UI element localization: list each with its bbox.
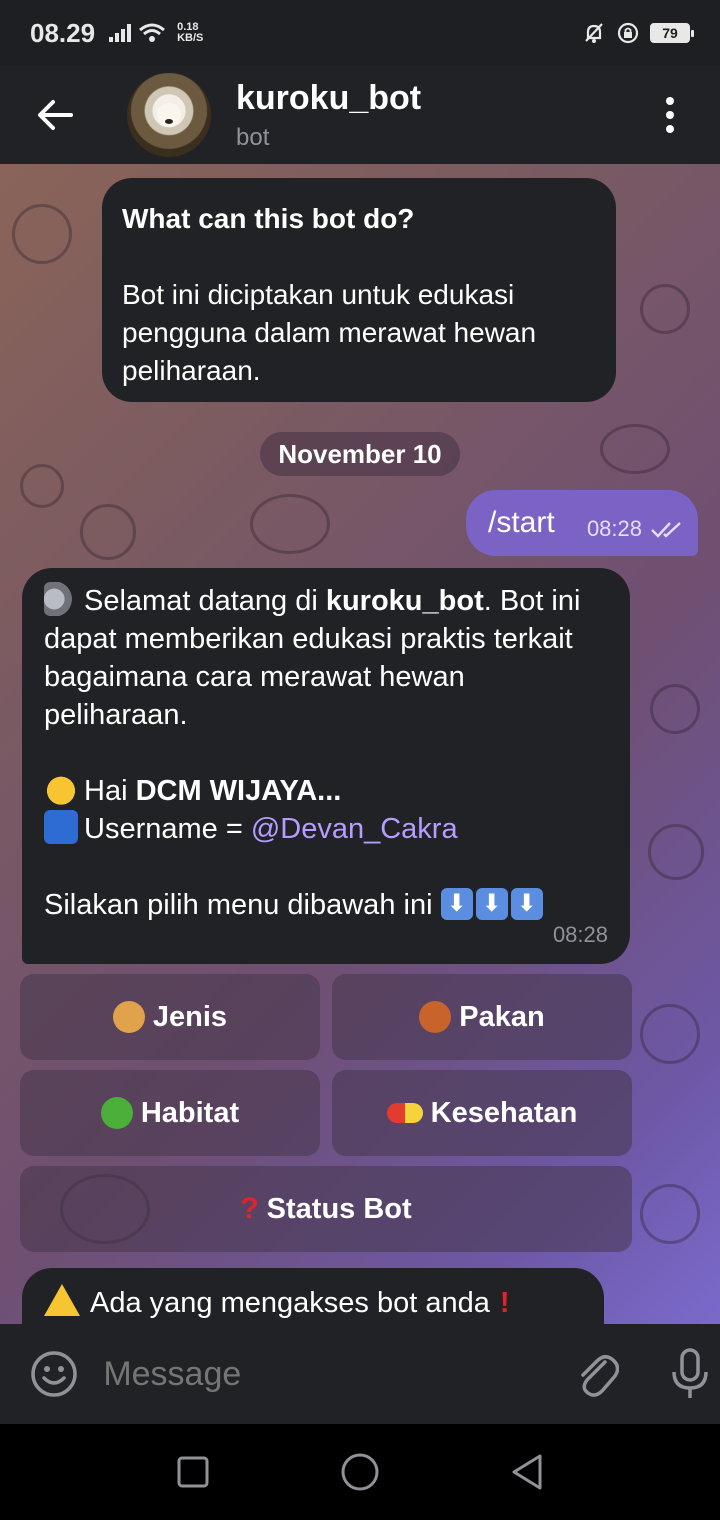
alert-message[interactable]: Ada yang mengakses bot anda! bbox=[22, 1268, 604, 1324]
background-doodle bbox=[250, 494, 330, 554]
menu-prompt: Silakan pilih menu dibawah ini bbox=[44, 889, 441, 921]
kesehatan-button[interactable]: Kesehatan bbox=[332, 1070, 632, 1156]
username-line: Username = @Devan_Cakra bbox=[44, 810, 608, 848]
cat-icon bbox=[112, 1001, 145, 1033]
dot-icon bbox=[666, 125, 674, 133]
paperclip-icon bbox=[581, 1355, 619, 1397]
background-doodle bbox=[80, 504, 136, 560]
chat-area[interactable]: What can this bot do? Bot ini diciptakan… bbox=[0, 164, 720, 1324]
loudspeaker-icon bbox=[44, 582, 78, 616]
dot-icon bbox=[666, 97, 674, 105]
message-input[interactable] bbox=[103, 1354, 524, 1394]
net-speed-unit: KB/S bbox=[177, 32, 204, 44]
message-meta: 08:28 bbox=[587, 516, 684, 542]
emoji-button[interactable] bbox=[24, 1344, 83, 1404]
greeting-line: Hai DCM WIJAYA... bbox=[44, 772, 608, 810]
status-bot-button[interactable]: ? Status Bot bbox=[20, 1166, 632, 1252]
button-label: Jenis bbox=[152, 1000, 228, 1033]
status-bar: 08.29 0.18 KB/S 79 bbox=[0, 0, 720, 66]
dot-icon bbox=[666, 111, 674, 119]
net-speed: 0.18 KB/S bbox=[177, 22, 203, 44]
date-chip: November 10 bbox=[260, 432, 460, 476]
user-name: DCM WIJAYA... bbox=[135, 775, 342, 807]
chat-subtitle: bot bbox=[236, 123, 270, 151]
chat-header: kuroku_bot bot bbox=[0, 66, 720, 164]
back-nav-button[interactable] bbox=[497, 1442, 557, 1502]
down-arrow-icon bbox=[440, 888, 473, 920]
background-doodle bbox=[12, 204, 72, 264]
recents-button[interactable] bbox=[163, 1442, 223, 1502]
pill-icon bbox=[386, 1103, 423, 1123]
background-doodle bbox=[600, 424, 670, 474]
arrow-left-icon bbox=[38, 100, 73, 130]
seedling-icon bbox=[100, 1097, 133, 1129]
message-time: 08:28 bbox=[586, 516, 642, 541]
smile-icon bbox=[30, 1351, 77, 1397]
pakan-button[interactable]: Pakan bbox=[332, 974, 632, 1060]
double-check-icon bbox=[651, 522, 681, 538]
lock-rotation-icon bbox=[617, 22, 639, 44]
message-time: 08:28 bbox=[552, 922, 608, 947]
question-mark-icon: ? bbox=[240, 1192, 259, 1225]
welcome-paragraph: Selamat datang di kuroku_bot. Bot ini da… bbox=[44, 582, 608, 734]
alert-text: Ada yang mengakses bot anda bbox=[90, 1287, 490, 1319]
habitat-button[interactable]: Habitat bbox=[20, 1070, 320, 1156]
exclamation-icon: ! bbox=[499, 1287, 510, 1319]
jenis-button[interactable]: Jenis bbox=[20, 974, 320, 1060]
intro-body: Bot ini diciptakan untuk edukasi penggun… bbox=[122, 279, 537, 386]
waving-hand-icon bbox=[44, 772, 78, 806]
microphone-icon bbox=[672, 1348, 709, 1398]
system-nav-bar bbox=[0, 1424, 720, 1520]
background-doodle bbox=[640, 1184, 700, 1244]
username-label: Username = bbox=[84, 813, 251, 845]
square-icon bbox=[177, 1456, 209, 1488]
chat-title: kuroku_bot bbox=[236, 78, 422, 117]
status-left: 08.29 0.18 KB/S bbox=[30, 18, 203, 49]
home-button[interactable] bbox=[330, 1442, 390, 1502]
attach-button[interactable] bbox=[567, 1344, 626, 1404]
meat-icon bbox=[419, 1001, 452, 1033]
username-mention[interactable]: @Devan_Cakra bbox=[251, 813, 458, 845]
background-doodle bbox=[650, 684, 700, 734]
menu-prompt-line: Silakan pilih menu dibawah ini bbox=[44, 886, 608, 924]
status-time: 08.29 bbox=[30, 17, 96, 48]
back-button[interactable] bbox=[27, 87, 83, 143]
intro-title: What can this bot do? bbox=[122, 203, 415, 234]
welcome-message[interactable]: Selamat datang di kuroku_bot. Bot ini da… bbox=[22, 568, 630, 964]
status-right: 79 bbox=[582, 21, 694, 45]
button-label: Status Bot bbox=[266, 1192, 412, 1225]
greeting-text: Hai bbox=[84, 775, 136, 807]
button-label: Pakan bbox=[459, 1000, 545, 1033]
warning-icon bbox=[44, 1284, 80, 1316]
bell-off-icon bbox=[585, 23, 603, 43]
welcome-text: Selamat datang di bbox=[84, 585, 326, 617]
background-doodle bbox=[648, 824, 704, 880]
wifi-icon bbox=[139, 23, 166, 42]
background-doodle bbox=[640, 284, 690, 334]
down-arrow-icon bbox=[510, 888, 543, 920]
circle-icon bbox=[341, 1453, 379, 1491]
signal-icon bbox=[109, 24, 132, 42]
outgoing-message[interactable]: /start 08:28 bbox=[466, 490, 698, 556]
bot-name: kuroku_bot bbox=[325, 585, 484, 617]
message-composer bbox=[0, 1324, 720, 1424]
header-titles[interactable]: kuroku_bot bot bbox=[236, 79, 421, 152]
battery-icon: 79 bbox=[650, 23, 694, 43]
button-label: Kesehatan bbox=[430, 1096, 578, 1129]
voice-button[interactable] bbox=[661, 1344, 720, 1404]
message-text: /start bbox=[488, 506, 555, 539]
bot-intro-bubble: What can this bot do? Bot ini diciptakan… bbox=[102, 178, 616, 402]
button-label: Habitat bbox=[140, 1096, 240, 1129]
background-doodle bbox=[20, 464, 64, 508]
background-doodle bbox=[640, 1004, 700, 1064]
down-arrow-icon bbox=[475, 888, 508, 920]
person-icon bbox=[44, 810, 78, 844]
more-options-button[interactable] bbox=[650, 87, 690, 143]
avatar[interactable] bbox=[127, 73, 211, 157]
triangle-back-icon bbox=[512, 1454, 542, 1490]
